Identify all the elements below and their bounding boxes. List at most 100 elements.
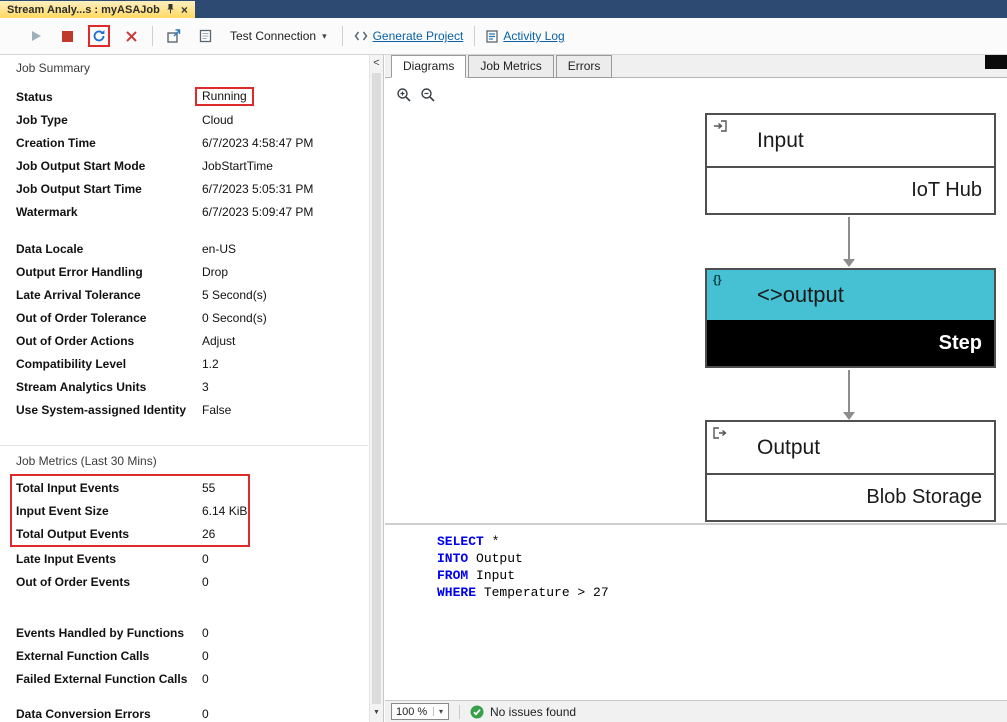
row-label: Late Arrival Tolerance [16, 288, 202, 302]
row-label: Input Event Size [16, 504, 202, 518]
row-label: Events Handled by Functions [16, 626, 202, 640]
row-value: 0 [202, 672, 369, 686]
sql-text: Output [468, 551, 523, 566]
scrollbar-down-arrow[interactable]: ▼ [370, 706, 383, 720]
toolbar: Test Connection ▾ Generate Project Activ… [0, 18, 1007, 55]
row-value: 6/7/2023 5:09:47 PM [202, 205, 369, 219]
query-line: SELECT * [437, 533, 1007, 550]
braces-icon: {} [713, 274, 722, 286]
flow-arrowhead-icon [843, 412, 855, 420]
zoom-level-select[interactable]: 100 % ▾ [391, 703, 449, 720]
row-label: Data Conversion Errors [16, 707, 202, 721]
summary-row: Output Error Handling Drop [16, 260, 369, 283]
close-tab-icon[interactable]: × [181, 5, 188, 15]
zoom-out-button[interactable] [419, 86, 437, 104]
start-button[interactable] [26, 26, 46, 46]
diagram-node-input[interactable]: Input IoT Hub [705, 113, 996, 215]
row-label: Failed External Function Calls [16, 672, 202, 686]
generate-project-link[interactable]: Generate Project [354, 29, 464, 43]
row-label: Job Output Start Mode [16, 159, 202, 173]
tab-diagrams[interactable]: Diagrams [391, 55, 466, 78]
sql-text: Input [468, 568, 515, 583]
collapse-panel-button[interactable]: < [370, 55, 383, 71]
node-subtitle: IoT Hub [707, 168, 994, 213]
row-value: 0 [202, 707, 369, 721]
document-tab-bar: Stream Analy...s : myASAJob × [0, 0, 1007, 18]
summary-row: Creation Time 6/7/2023 4:58:47 PM [16, 131, 369, 154]
test-connection-button[interactable]: Test Connection ▾ [226, 27, 331, 45]
job-view-panel: Diagrams Job Metrics Errors Input IoT Hu… [385, 55, 1007, 722]
node-subtitle: Step [707, 320, 994, 366]
row-label: Job Output Start Time [16, 182, 202, 196]
flow-arrow [848, 217, 850, 259]
open-in-portal-button[interactable] [164, 26, 184, 46]
stop-button[interactable] [57, 26, 77, 46]
activity-log-link[interactable]: Activity Log [486, 29, 564, 43]
diagram-node-output[interactable]: Output Blob Storage [705, 420, 996, 522]
row-value: 0 [202, 626, 369, 640]
summary-row: Data Locale en-US [16, 237, 369, 260]
row-value: JobStartTime [202, 159, 369, 173]
row-label: Job Type [16, 113, 202, 127]
toolbar-separator [342, 26, 343, 46]
metrics-row: External Function Calls 0 [16, 644, 369, 667]
output-node-icon [713, 426, 727, 444]
check-circle-icon [470, 705, 484, 719]
query-line: WHERE Temperature > 27 [437, 584, 1007, 601]
query-line: INTO Output [437, 550, 1007, 567]
app-window: Stream Analy...s : myASAJob × Test Con [0, 0, 1007, 722]
metrics-row: Out of Order Events 0 [16, 570, 369, 593]
sql-text: Temperature > 27 [476, 585, 609, 600]
left-panel-scrollbar[interactable]: < ▼ [369, 55, 383, 722]
pin-icon[interactable] [166, 3, 175, 17]
summary-row: Job Output Start Mode JobStartTime [16, 154, 369, 177]
row-label: Status [16, 90, 202, 104]
job-summary-title: Job Summary [16, 59, 369, 75]
row-label: Creation Time [16, 136, 202, 150]
diagram-node-step[interactable]: {} <>output Step [705, 268, 996, 368]
chevron-down-icon: ▾ [433, 707, 448, 716]
node-input-header: Input [707, 115, 994, 168]
open-script-button[interactable] [195, 26, 215, 46]
zoom-in-button[interactable] [395, 86, 413, 104]
row-label: External Function Calls [16, 649, 202, 663]
metrics-row: Data Conversion Errors 0 [16, 702, 369, 722]
corner-artifact [985, 55, 1007, 69]
row-value: 5 Second(s) [202, 288, 369, 302]
chevron-down-icon: ▾ [322, 31, 327, 42]
query-editor[interactable]: SELECT * INTO Output FROM Input WHERE Te… [385, 523, 1007, 700]
delete-x-icon [126, 31, 137, 42]
flow-arrow [848, 370, 850, 412]
generate-project-icon [354, 30, 368, 42]
row-value: False [202, 403, 369, 417]
zoom-level-value: 100 % [392, 706, 433, 718]
row-label: Out of Order Actions [16, 334, 202, 348]
row-label: Late Input Events [16, 552, 202, 566]
summary-row: Out of Order Actions Adjust [16, 329, 369, 352]
scrollbar-thumb[interactable] [372, 73, 381, 704]
job-summary-panel: Job Summary Status Running Job Type Clou… [0, 55, 384, 722]
open-external-icon [167, 29, 181, 43]
zoom-out-icon [420, 87, 436, 103]
generate-project-label: Generate Project [373, 29, 464, 43]
refresh-icon [92, 29, 106, 43]
tab-job-metrics[interactable]: Job Metrics [468, 55, 553, 78]
query-line: FROM Input [437, 567, 1007, 584]
row-value: 26 [202, 527, 248, 541]
sql-keyword: INTO [437, 551, 468, 566]
refresh-button[interactable] [88, 25, 110, 47]
delete-button[interactable] [121, 26, 141, 46]
summary-row: Job Type Cloud [16, 108, 369, 131]
summary-row-status: Status Running [16, 85, 369, 108]
summary-row: Late Arrival Tolerance 5 Second(s) [16, 283, 369, 306]
tab-errors[interactable]: Errors [556, 55, 613, 78]
metrics-row: Total Output Events 26 [16, 522, 248, 545]
row-label: Stream Analytics Units [16, 380, 202, 394]
diagram-canvas[interactable]: Input IoT Hub {} <>output Step [385, 78, 1007, 523]
document-tab[interactable]: Stream Analy...s : myASAJob × [0, 1, 195, 19]
row-value: en-US [202, 242, 369, 256]
issues-status: No issues found [470, 705, 576, 719]
flow-arrowhead-icon [843, 259, 855, 267]
activity-log-label: Activity Log [503, 29, 564, 43]
summary-row: Stream Analytics Units 3 [16, 375, 369, 398]
